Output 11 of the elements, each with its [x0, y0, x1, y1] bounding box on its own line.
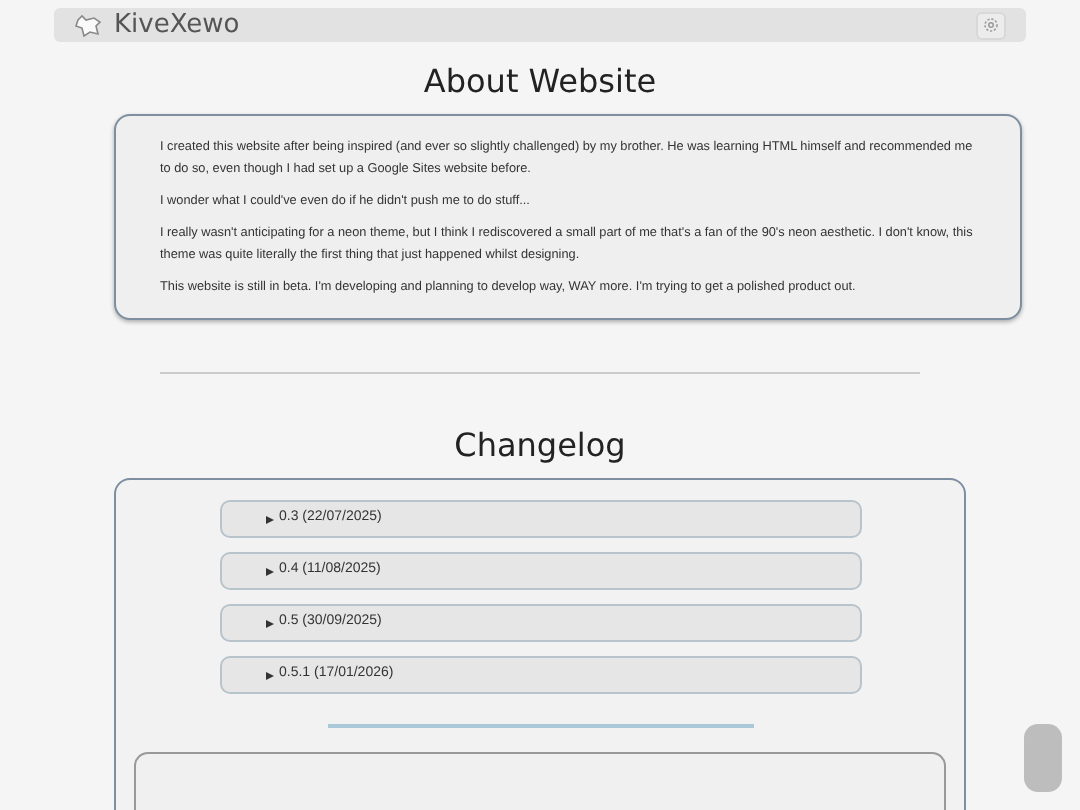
caret-icon [265, 567, 273, 575]
caret-icon [265, 515, 273, 523]
changelog-title: Changelog [452, 426, 628, 466]
settings-button[interactable] [976, 11, 1006, 39]
about-title: About Website [421, 62, 659, 102]
site-name[interactable]: KiveXewo [114, 12, 240, 38]
caret-icon [265, 671, 273, 679]
logo-icon [74, 13, 104, 37]
settings-icon [982, 16, 1000, 34]
caret-icon [265, 619, 273, 627]
scrollbar-thumb[interactable] [1024, 724, 1062, 792]
